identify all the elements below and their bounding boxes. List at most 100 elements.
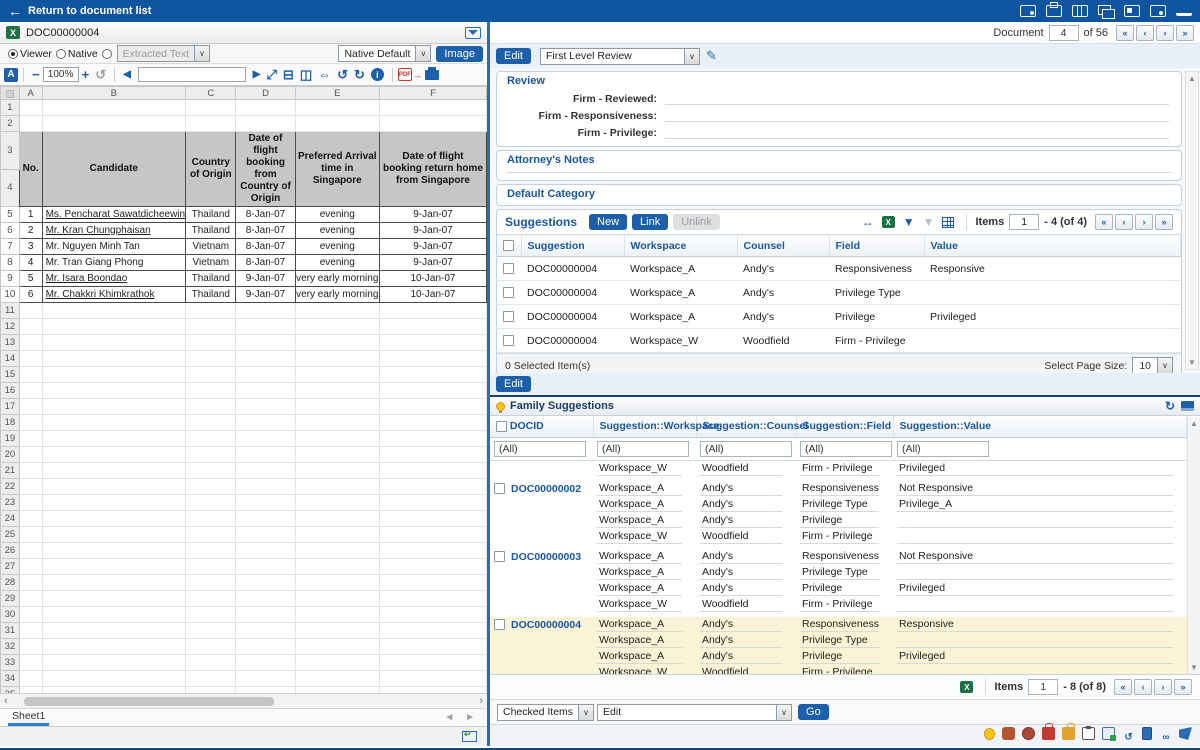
family-last-button[interactable]: » bbox=[1174, 679, 1192, 695]
row-number-header[interactable]: 24 bbox=[1, 511, 20, 527]
column-header[interactable]: Suggestion::Value bbox=[893, 416, 1187, 437]
empty-cell[interactable] bbox=[42, 559, 186, 575]
empty-cell[interactable] bbox=[295, 367, 379, 383]
family-row[interactable]: Workspace_AAndy'sPrivilegePrivileged bbox=[490, 649, 1187, 665]
empty-cell[interactable] bbox=[186, 655, 236, 671]
family-scrollbar[interactable]: ▲ ▼ bbox=[1187, 417, 1200, 674]
empty-cell[interactable] bbox=[186, 495, 236, 511]
review-layout-select[interactable]: First Level Review∨ bbox=[540, 48, 700, 65]
family-row[interactable]: Workspace_AAndy'sPrivilegePrivileged bbox=[490, 581, 1187, 597]
empty-cell[interactable] bbox=[42, 116, 186, 132]
empty-cell[interactable] bbox=[379, 351, 486, 367]
sheet-header-cell[interactable]: Date of flight booking from Country of O… bbox=[236, 132, 295, 207]
doc-first-button[interactable]: « bbox=[1116, 25, 1134, 41]
docid-link[interactable]: DOC00000004 bbox=[511, 619, 581, 631]
empty-cell[interactable] bbox=[42, 655, 186, 671]
row-number-header[interactable]: 23 bbox=[1, 495, 20, 511]
empty-cell[interactable] bbox=[295, 671, 379, 687]
empty-cell[interactable] bbox=[379, 383, 486, 399]
empty-cell[interactable] bbox=[42, 399, 186, 415]
column-header[interactable]: Value bbox=[924, 235, 1181, 257]
clear-filter-icon[interactable]: ▼ bbox=[923, 215, 935, 229]
page-search-input[interactable] bbox=[138, 67, 246, 82]
empty-cell[interactable] bbox=[19, 463, 42, 479]
family-next-button[interactable]: › bbox=[1154, 679, 1172, 695]
column-header[interactable]: Workspace bbox=[624, 235, 737, 257]
sheet-data-row[interactable]: 51Ms. Pencharat SawatdicheewinThailand8-… bbox=[1, 207, 487, 223]
empty-cell[interactable] bbox=[236, 335, 295, 351]
expand-width-icon[interactable]: ↔ bbox=[862, 215, 874, 229]
empty-cell[interactable] bbox=[236, 575, 295, 591]
row-checkbox[interactable] bbox=[503, 287, 514, 298]
empty-cell[interactable] bbox=[236, 495, 295, 511]
empty-cell[interactable] bbox=[379, 623, 486, 639]
spreadsheet-viewport[interactable]: ABCDEF123No.CandidateCountry of OriginDa… bbox=[0, 86, 487, 693]
empty-cell[interactable] bbox=[379, 479, 486, 495]
scroll-down-icon[interactable]: ▼ bbox=[1188, 356, 1196, 369]
send-icon[interactable] bbox=[1179, 727, 1192, 740]
popout-panel-icon[interactable] bbox=[1181, 401, 1194, 411]
empty-cell[interactable] bbox=[19, 335, 42, 351]
extracted-text-radio[interactable] bbox=[102, 49, 112, 59]
bulb-icon[interactable] bbox=[984, 728, 995, 740]
empty-cell[interactable] bbox=[379, 319, 486, 335]
empty-cell[interactable] bbox=[42, 383, 186, 399]
select-all-corner[interactable] bbox=[1, 87, 20, 100]
paste-icon[interactable] bbox=[1102, 727, 1115, 740]
select-all-checkbox[interactable] bbox=[503, 240, 514, 251]
scroll-up-icon[interactable]: ▲ bbox=[1190, 417, 1198, 430]
empty-cell[interactable] bbox=[186, 116, 236, 132]
empty-cell[interactable] bbox=[379, 559, 486, 575]
empty-cell[interactable] bbox=[186, 575, 236, 591]
empty-cell[interactable] bbox=[19, 367, 42, 383]
family-page-input[interactable]: 1 bbox=[1028, 679, 1058, 695]
empty-cell[interactable] bbox=[186, 415, 236, 431]
edit-layout-pencil-icon[interactable]: ✎ bbox=[706, 48, 717, 64]
empty-cell[interactable] bbox=[42, 591, 186, 607]
empty-cell[interactable] bbox=[42, 543, 186, 559]
empty-cell[interactable] bbox=[379, 367, 486, 383]
empty-cell[interactable] bbox=[295, 399, 379, 415]
row-number-header[interactable]: 28 bbox=[1, 575, 20, 591]
empty-cell[interactable] bbox=[295, 319, 379, 335]
empty-cell[interactable] bbox=[236, 479, 295, 495]
empty-cell[interactable] bbox=[42, 303, 186, 319]
empty-cell[interactable] bbox=[19, 303, 42, 319]
family-orphan-row[interactable]: Workspace_WWoodfieldFirm - PrivilegePriv… bbox=[490, 460, 1187, 477]
fit-page-icon[interactable]: ⊟ bbox=[283, 67, 294, 83]
undo-icon[interactable]: ↺ bbox=[95, 67, 106, 83]
sheet-data-row[interactable]: 73Mr. Nguyen Minh TanVietnam8-Jan-07even… bbox=[1, 239, 487, 255]
empty-cell[interactable] bbox=[236, 527, 295, 543]
empty-cell[interactable] bbox=[186, 623, 236, 639]
row-number-header[interactable]: 15 bbox=[1, 367, 20, 383]
empty-cell[interactable] bbox=[379, 575, 486, 591]
row-number-header[interactable]: 30 bbox=[1, 607, 20, 623]
empty-cell[interactable] bbox=[19, 431, 42, 447]
filter-input[interactable] bbox=[800, 441, 892, 457]
sheet-header-cell[interactable]: Candidate bbox=[42, 132, 186, 207]
empty-cell[interactable] bbox=[295, 431, 379, 447]
empty-cell[interactable] bbox=[42, 415, 186, 431]
empty-cell[interactable] bbox=[186, 335, 236, 351]
empty-cell[interactable] bbox=[186, 367, 236, 383]
sheet-header-cell[interactable]: Country of Origin bbox=[186, 132, 236, 207]
document-number-input[interactable]: 4 bbox=[1049, 25, 1079, 41]
suggestions-next-button[interactable]: › bbox=[1135, 214, 1153, 230]
tab-scroll-arrows[interactable]: ◄ ► bbox=[444, 712, 479, 723]
grid-view-icon[interactable] bbox=[942, 217, 954, 228]
empty-cell[interactable] bbox=[295, 511, 379, 527]
suggestion-row[interactable]: DOC00000004Workspace_AAndy'sPrivilege Ty… bbox=[497, 281, 1181, 305]
empty-cell[interactable] bbox=[186, 463, 236, 479]
empty-cell[interactable] bbox=[236, 431, 295, 447]
empty-cell[interactable] bbox=[295, 559, 379, 575]
empty-cell[interactable] bbox=[42, 463, 186, 479]
empty-cell[interactable] bbox=[236, 367, 295, 383]
empty-cell[interactable] bbox=[379, 607, 486, 623]
empty-cell[interactable] bbox=[295, 335, 379, 351]
empty-cell[interactable] bbox=[42, 671, 186, 687]
column-header[interactable]: Field bbox=[829, 235, 924, 257]
row-number-header[interactable]: 20 bbox=[1, 447, 20, 463]
family-row-checkbox[interactable] bbox=[494, 483, 505, 494]
sheet-data-row[interactable]: 62Mr. Kran ChungphaisanThailand8-Jan-07e… bbox=[1, 223, 487, 239]
empty-cell[interactable] bbox=[295, 495, 379, 511]
